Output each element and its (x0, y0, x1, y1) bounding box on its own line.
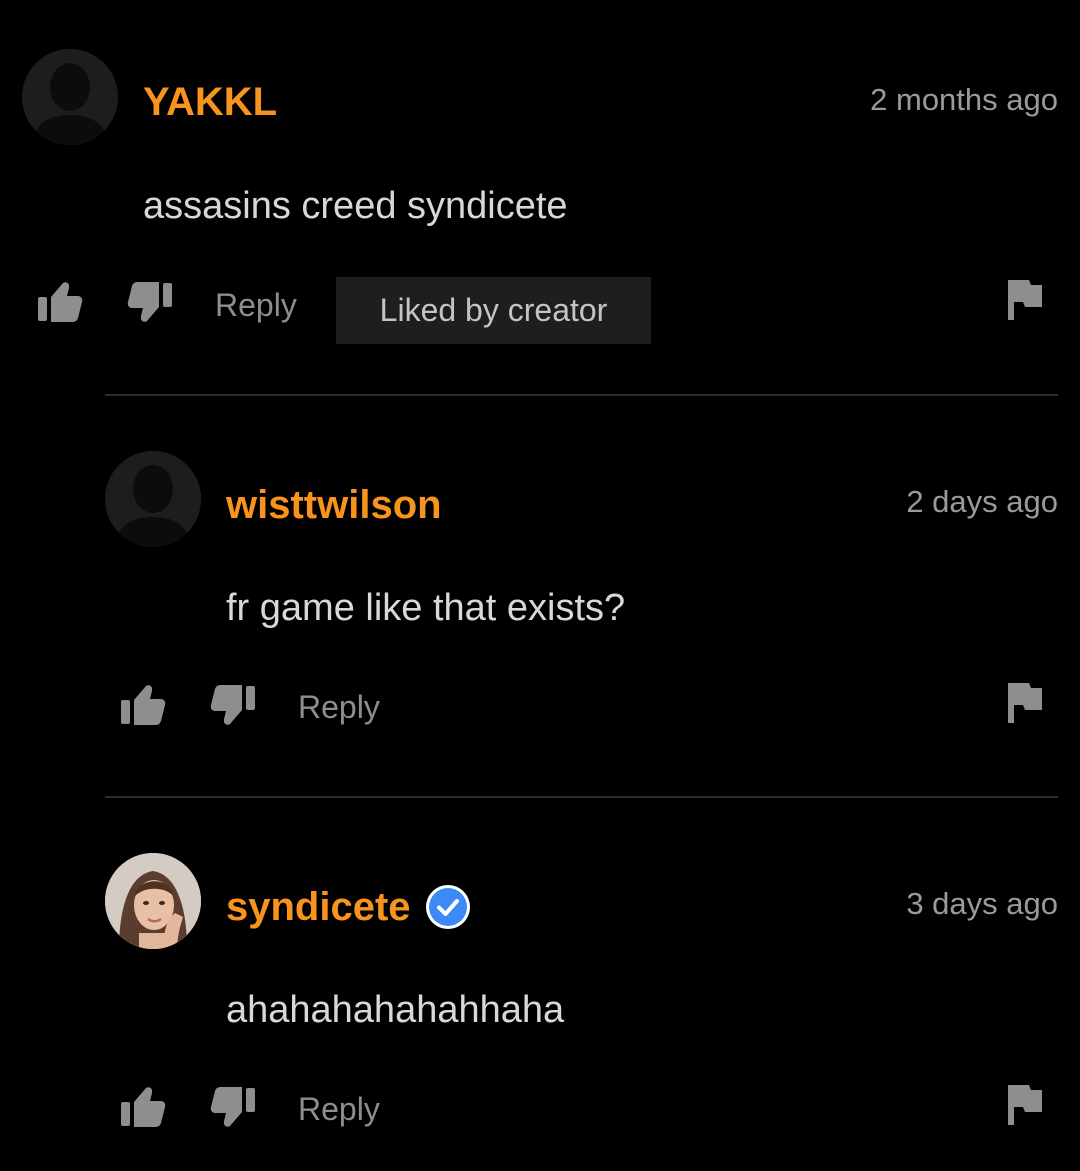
comment-username[interactable]: syndicete (226, 883, 471, 931)
report-button[interactable] (1002, 1083, 1046, 1127)
verified-check-icon (425, 885, 470, 929)
avatar[interactable] (105, 853, 201, 949)
reply-button[interactable]: Reply (298, 1089, 380, 1129)
default-avatar-icon (105, 451, 201, 547)
comment-timestamp: 3 days ago (906, 886, 1058, 921)
thumbs-up-icon (38, 282, 83, 322)
reply-button[interactable]: Reply (298, 687, 380, 727)
thumbs-down-icon (210, 1087, 255, 1127)
comment-text: ahahahahahahhaha (226, 989, 565, 1031)
comment-text: fr game like that exists? (226, 587, 626, 629)
default-avatar-icon (22, 49, 118, 145)
divider (105, 394, 1058, 396)
comment-username[interactable]: YAKKL (143, 78, 277, 126)
avatar[interactable] (105, 451, 201, 547)
flag-icon (1008, 1085, 1042, 1125)
comment-username[interactable]: wisttwilson (226, 481, 442, 529)
report-button[interactable] (1002, 278, 1046, 322)
dislike-button[interactable] (207, 683, 257, 727)
flag-icon (1008, 280, 1042, 320)
liked-by-creator-badge: Liked by creator (336, 277, 651, 344)
report-button[interactable] (1002, 681, 1046, 725)
like-button[interactable] (119, 1085, 167, 1129)
like-button[interactable] (119, 683, 167, 727)
like-button[interactable] (36, 280, 84, 324)
comment-username-text[interactable]: syndicete (226, 883, 411, 931)
avatar[interactable] (22, 49, 118, 145)
comment-text: assasins creed syndicete (143, 185, 568, 227)
comment-timestamp: 2 months ago (870, 82, 1058, 117)
comment-timestamp: 2 days ago (906, 484, 1058, 519)
thumbs-down-icon (210, 685, 255, 725)
dislike-button[interactable] (124, 280, 174, 324)
divider (105, 796, 1058, 798)
reply-button[interactable]: Reply (215, 285, 297, 325)
dislike-button[interactable] (207, 1085, 257, 1129)
thumbs-up-icon (121, 685, 166, 725)
thumbs-up-icon (121, 1087, 166, 1127)
creator-avatar-icon (105, 853, 201, 949)
thumbs-down-icon (127, 282, 172, 322)
flag-icon (1008, 683, 1042, 723)
